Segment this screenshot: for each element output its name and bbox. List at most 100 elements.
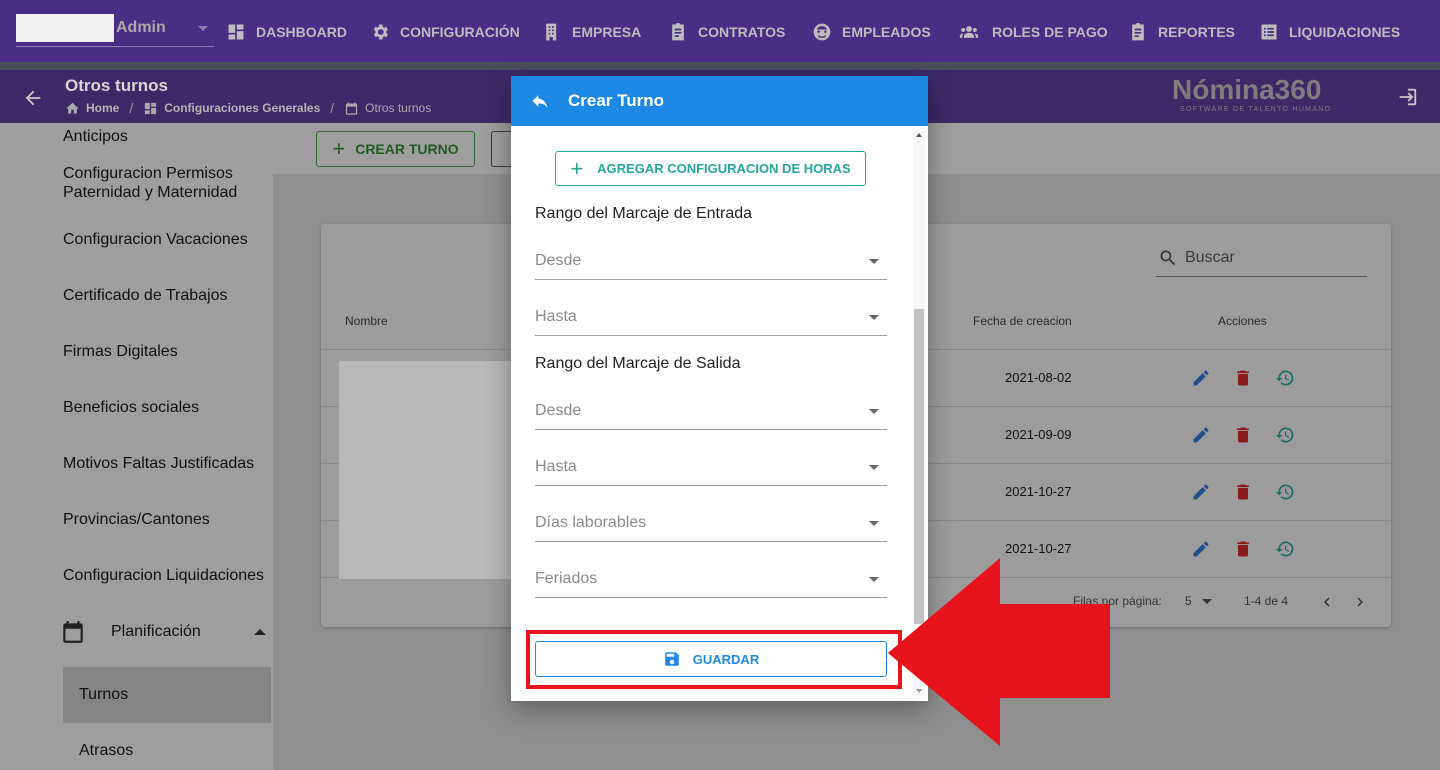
history-icon[interactable] [1275,482,1295,502]
nav-dashboard[interactable]: DASHBOARD [226,20,347,44]
nav-liquidaciones[interactable]: LIQUIDACIONES [1259,20,1400,44]
chevron-right-icon[interactable] [1351,593,1369,611]
nav-reportes-label: REPORTES [1158,24,1236,40]
dialog-title: Crear Turno [568,91,665,110]
create-turno-label: CREAR TURNO [355,141,459,157]
delete-icon[interactable] [1233,539,1253,559]
arrow-back-icon[interactable] [22,87,44,109]
reply-arrow-icon[interactable] [530,91,550,111]
nav-contratos-label: CONTRATOS [698,24,786,40]
calendar-icon [346,101,358,115]
search-icon [1160,250,1176,266]
page-title: Otros turnos [65,76,168,95]
chevron-down-icon [869,521,879,526]
annotation-highlight-box [526,630,902,689]
breadcrumb-configuraciones[interactable]: Configuraciones Generales [164,101,320,115]
chevron-down-icon [869,577,879,582]
nav-empleados[interactable]: EMPLEADOS [812,20,931,44]
nav-configuracion[interactable]: CONFIGURACIÓN [370,20,520,44]
user-dropdown-underline [16,46,214,47]
sidebar-item-atrasos[interactable]: Atrasos [79,742,133,760]
edit-icon[interactable] [1191,368,1211,388]
add-hours-config-label: AGREGAR CONFIGURACION DE HORAS [597,161,851,176]
create-turno-button[interactable]: + CREAR TURNO [316,131,475,167]
face-icon [813,23,831,41]
entrada-hasta-select[interactable]: Hasta [535,300,887,336]
salida-hasta-placeholder: Hasta [535,458,577,475]
sidebar-item-provincias[interactable]: Provincias/Cantones [63,510,210,529]
clipboard-icon [672,22,684,41]
history-icon[interactable] [1275,425,1295,445]
salida-desde-select[interactable]: Desde [535,394,887,430]
sidebar-item-certificado[interactable]: Certificado de Trabajos [63,286,228,305]
edit-icon[interactable] [1191,539,1211,559]
scroll-up-icon[interactable] [916,133,922,137]
breadcrumb-home[interactable]: Home [86,101,119,115]
sidebar-item-vacaciones[interactable]: Configuracion Vacaciones [63,230,248,249]
edit-icon[interactable] [1191,425,1211,445]
chevron-up-icon [254,629,266,635]
nav-reportes[interactable]: REPORTES [1128,20,1235,44]
sidebar-item-turnos-label: Turnos [79,686,129,703]
column-header-acciones: Acciones [1218,314,1267,328]
entrada-desde-select[interactable]: Desde [535,244,887,280]
search-input[interactable]: Buscar [1185,249,1235,267]
entrada-desde-placeholder: Desde [535,252,582,269]
salida-desde-placeholder: Desde [535,402,582,419]
edit-icon[interactable] [1191,482,1211,502]
sidebar-item-motivos[interactable]: Motivos Faltas Justificadas [63,454,254,473]
chevron-down-icon [869,465,879,470]
chevron-down-icon[interactable] [198,26,208,31]
column-header-nombre[interactable]: Nombre [345,314,388,328]
logout-icon[interactable] [1396,86,1418,108]
nav-configuracion-label: CONFIGURACIÓN [400,24,520,40]
nav-bottom-strip [0,62,1440,70]
home-icon [66,102,79,113]
nav-dashboard-label: DASHBOARD [256,24,347,40]
people-icon [959,26,979,38]
delete-icon[interactable] [1233,482,1253,502]
nav-empresa[interactable]: EMPRESA [542,20,641,44]
delete-icon[interactable] [1233,425,1253,445]
sidebar-item-anticipos[interactable]: Anticipos [63,127,128,146]
chevron-left-icon[interactable] [1318,593,1336,611]
redacted-names [339,361,512,579]
nav-empresa-label: EMPRESA [572,24,642,40]
entrada-hasta-placeholder: Hasta [535,308,577,325]
pagination-info: 1-4 de 4 [1244,594,1289,608]
table-cell-fecha: 2021-08-02 [1005,370,1072,385]
user-dropdown-label[interactable]: Admin [116,19,166,37]
sidebar-group-label: Planificación [111,623,201,640]
column-header-fecha[interactable]: Fecha de creacion [973,314,1072,328]
dias-laborables-select[interactable]: Días laborables [535,506,887,542]
chevron-down-icon [869,315,879,320]
dialog-header: Crear Turno [511,76,928,126]
nav-roles-de-pago[interactable]: ROLES DE PAGO [956,20,1108,44]
sidebar-item-beneficios[interactable]: Beneficios sociales [63,398,199,417]
nav-roles-label: ROLES DE PAGO [992,24,1108,40]
sidebar-item-liquidaciones[interactable]: Configuracion Liquidaciones [63,566,264,585]
delete-icon[interactable] [1233,368,1253,388]
crear-turno-dialog: Crear Turno + AGREGAR CONFIGURACION DE H… [511,76,928,701]
sidebar-item-firmas[interactable]: Firmas Digitales [63,342,178,361]
nav-contratos[interactable]: CONTRATOS [668,20,785,44]
feriados-select[interactable]: Feriados [535,562,887,598]
sidebar-item-permisos[interactable]: Configuracion Permisos Paternidad y Mate… [63,164,263,202]
history-icon[interactable] [1275,368,1295,388]
add-hours-config-button[interactable]: + AGREGAR CONFIGURACION DE HORAS [555,151,866,186]
salida-hasta-select[interactable]: Hasta [535,450,887,486]
dias-laborables-placeholder: Días laborables [535,514,647,531]
breadcrumb: Home / Configuraciones Generales / Otros… [65,100,431,116]
building-icon [546,23,557,41]
history-icon[interactable] [1275,539,1295,559]
sidebar-group-planificacion[interactable]: Planificación [60,618,272,646]
plus-icon: + [332,136,346,161]
plus-icon: + [570,155,584,181]
gear-icon [373,24,388,40]
dashboard-icon [145,102,157,114]
rows-per-page-select[interactable]: 5 [1185,594,1192,608]
brand-logo: Nómina360 [1172,74,1322,105]
chevron-down-icon[interactable] [1202,599,1212,604]
nav-liquidaciones-label: LIQUIDACIONES [1289,24,1401,40]
entrada-range-label: Rango del Marcaje de Entrada [535,205,753,222]
